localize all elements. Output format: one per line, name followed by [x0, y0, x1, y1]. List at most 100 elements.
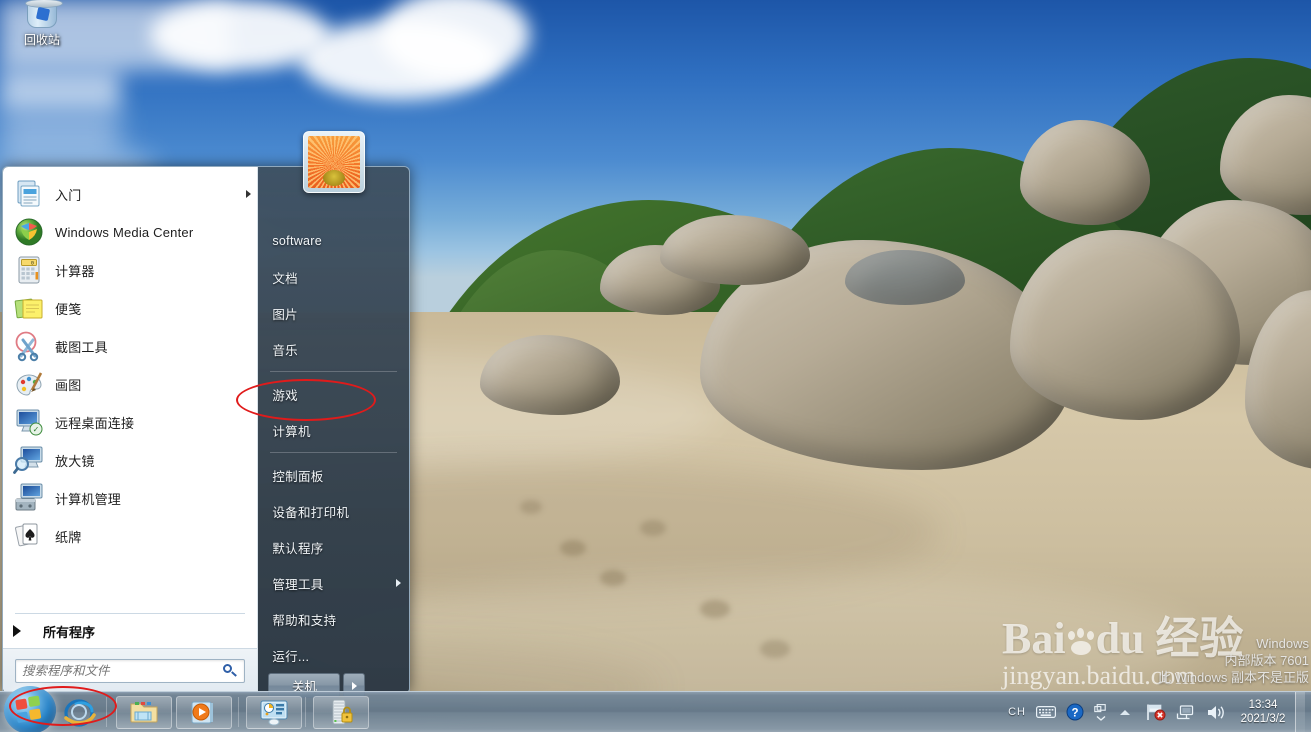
windows-activation-watermark: Windows 内部版本 7601 此 Windows 副本不是正版 [1158, 635, 1309, 686]
taskbar-button-windows-explorer[interactable] [116, 695, 172, 729]
start-menu-item-6[interactable]: 画图 [3, 365, 257, 403]
start-menu-item-4[interactable]: 便笺 [3, 289, 257, 327]
snipping-tool-icon [13, 330, 45, 362]
desktop[interactable]: 回收站 Bai du 经验 jingyan.baidu.com Windows … [0, 0, 1311, 732]
taskbar-button-server-security[interactable] [313, 695, 369, 729]
start-menu-place-6[interactable]: 计算机 [258, 412, 409, 448]
desktop-icon-recycle-bin[interactable]: 回收站 [8, 0, 76, 48]
watermark-line-1: Windows [1256, 636, 1309, 651]
start-menu-place-3[interactable]: 图片 [258, 295, 409, 331]
start-menu-place-5[interactable]: 游戏 [258, 376, 409, 412]
watermark-line-3: 此 Windows 副本不是正版 [1158, 670, 1309, 685]
footprint [640, 520, 666, 536]
start-menu-place-7[interactable]: 控制面板 [258, 457, 409, 493]
start-menu-place-9[interactable]: 默认程序 [258, 529, 409, 565]
window-stack-icon[interactable] [1094, 703, 1108, 721]
remote-desktop-icon: ✓ [13, 406, 45, 438]
speaker-icon[interactable] [1206, 704, 1228, 721]
footprint [700, 600, 730, 618]
all-programs-label: 所有程序 [43, 624, 96, 640]
chevron-right-icon [246, 190, 252, 198]
start-menu-place-2[interactable]: 文档 [258, 259, 409, 295]
start-menu-place-label: 计算机 [272, 424, 311, 439]
start-menu-item-label: 截图工具 [55, 339, 108, 355]
windows-media-center-icon [13, 216, 45, 248]
calculator-icon: 0 [13, 254, 45, 286]
start-menu-place-label: 游戏 [272, 388, 298, 403]
taskbar[interactable]: CH ? 13:34 2021/3/2 [0, 686, 1311, 732]
clock-time: 13:34 [1248, 699, 1278, 711]
start-menu-place-12[interactable]: 运行... [258, 637, 409, 673]
start-menu-item-label: 便笺 [55, 301, 82, 317]
start-menu-right-panel: software 文档 图片音乐游戏计算机控制面板设备和打印机 默认程序管理工具帮助和… [258, 131, 409, 698]
magnifier-icon [13, 444, 45, 476]
start-menu-item-label: 放大镜 [55, 453, 95, 469]
ime-indicator[interactable]: CH [1008, 706, 1026, 718]
flag-error-icon[interactable] [1146, 703, 1166, 721]
sticky-notes-icon [13, 292, 45, 324]
clock-date: 2021/3/2 [1240, 713, 1286, 725]
solitaire-icon [13, 520, 45, 552]
start-menu-item-label: Windows Media Center [55, 224, 194, 240]
keyboard-icon[interactable] [1036, 705, 1056, 719]
system-tray: CH ? 13:34 2021/3/2 [1003, 691, 1311, 732]
start-menu-item-5[interactable]: 截图工具 [3, 327, 257, 365]
start-button[interactable] [4, 686, 56, 732]
taskbar-button-windows-media-player[interactable] [176, 695, 232, 729]
watermark-line-2: 内部版本 7601 [1224, 653, 1309, 668]
start-menu-item-label: 计算机管理 [55, 491, 122, 507]
recycle-bin-label: 回收站 [23, 33, 60, 47]
footprint [600, 570, 626, 586]
start-menu-place-label: 帮助和支持 [272, 613, 337, 628]
start-menu-place-8[interactable]: 设备和打印机 [258, 493, 409, 529]
control-dashboard-icon [259, 698, 289, 726]
start-menu-place-label: 管理工具 [272, 577, 324, 592]
computer-management-icon [13, 482, 45, 514]
start-menu-item-8[interactable]: 放大镜 [3, 441, 257, 479]
all-programs-button[interactable]: 所有程序 [3, 614, 257, 648]
quicklaunch-internet-explorer[interactable] [62, 696, 96, 728]
svg-text:?: ? [1071, 707, 1078, 719]
start-menu-item-9[interactable]: 计算机管理 [3, 479, 257, 517]
svg-text:0: 0 [31, 260, 34, 267]
start-menu-item-label: 纸牌 [55, 529, 82, 545]
start-menu-place-4[interactable]: 音乐 [258, 331, 409, 367]
clock[interactable]: 13:34 2021/3/2 [1237, 698, 1289, 726]
start-menu-item-2[interactable]: Windows Media Center [3, 213, 257, 251]
search-box[interactable] [15, 658, 246, 683]
chevron-right-icon [13, 625, 21, 637]
chevron-up-icon[interactable] [1118, 708, 1132, 717]
taskbar-separator [305, 697, 306, 727]
start-menu-item-label: 入门 [55, 187, 82, 203]
help-question-icon[interactable]: ? [1066, 703, 1084, 721]
start-menu-item-10[interactable]: 纸牌 [3, 517, 257, 555]
show-desktop-button[interactable] [1295, 691, 1305, 732]
start-menu-item-3[interactable]: 0 计算器 [3, 251, 257, 289]
server-security-icon [326, 698, 356, 726]
gerbera-daisy-avatar-image [307, 136, 360, 188]
search-icon[interactable] [222, 663, 238, 679]
paint-icon [13, 368, 45, 400]
start-menu-item-1[interactable]: 入门 [3, 175, 257, 213]
start-menu-place-label: 音乐 [272, 343, 298, 358]
footprint [760, 640, 790, 658]
user-avatar[interactable] [302, 131, 365, 193]
start-menu-place-1[interactable]: software [258, 223, 409, 259]
start-menu-place-11[interactable]: 帮助和支持 [258, 601, 409, 637]
internet-explorer-icon [62, 696, 96, 728]
divider [270, 371, 397, 372]
windows-explorer-icon [129, 698, 159, 726]
start-menu-place-label: 运行... [272, 649, 310, 664]
start-menu-place-10[interactable]: 管理工具 [258, 565, 409, 601]
search-input[interactable] [22, 663, 223, 678]
network-icon[interactable] [1176, 704, 1196, 721]
start-menu[interactable]: 入门 Windows Media Center 0 计算器便笺截图工具画图 ✓ 远程桌面连… [2, 131, 410, 698]
taskbar-button-control-dashboard[interactable] [246, 695, 302, 729]
start-menu-item-label: 远程桌面连接 [55, 415, 135, 431]
start-menu-left-panel: 入门 Windows Media Center 0 计算器便笺截图工具画图 ✓ 远程桌面连… [3, 167, 259, 692]
start-menu-place-label: 控制面板 [272, 469, 324, 484]
svg-text:✓: ✓ [33, 425, 40, 434]
start-menu-item-7[interactable]: ✓ 远程桌面连接 [3, 403, 257, 441]
getting-started-icon [13, 178, 45, 210]
windows-logo-orb-icon [15, 694, 45, 725]
